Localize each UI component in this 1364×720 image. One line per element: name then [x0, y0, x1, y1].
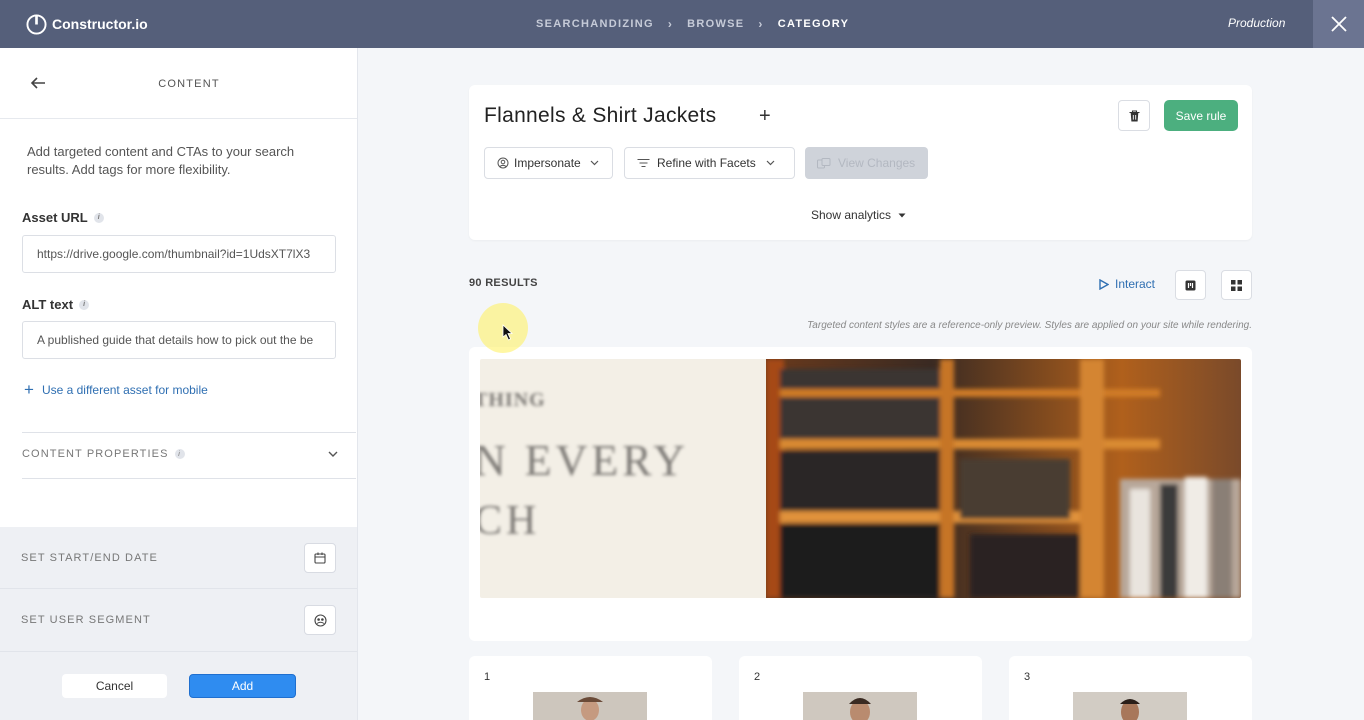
divider	[22, 432, 356, 433]
user-segment-icon	[313, 613, 327, 627]
panel-title: CONTENT	[158, 78, 220, 90]
product-photo	[533, 692, 647, 720]
content-banner-image[interactable]: THING N EVERY CH	[480, 359, 1241, 598]
start-end-date-label: SET START/END DATE	[21, 552, 158, 564]
view-changes-button[interactable]: View Changes	[805, 147, 928, 179]
filter-icon	[637, 158, 650, 168]
logo[interactable]: Constructor.io	[26, 13, 148, 35]
alt-text-input[interactable]: A published guide that details how to pi…	[22, 321, 336, 359]
product-image[interactable]	[533, 692, 647, 720]
chevron-down-icon[interactable]	[328, 450, 338, 458]
user-segment-label: SET USER SEGMENT	[21, 614, 151, 626]
content-properties-toggle[interactable]: CONTENT PROPERTIES i	[22, 448, 185, 460]
show-analytics-toggle[interactable]: Show analytics	[811, 208, 906, 222]
user-circle-icon	[497, 157, 509, 169]
breadcrumb-category: CATEGORY	[777, 18, 850, 30]
banner-blurred-text: THING	[480, 389, 546, 411]
mobile-asset-link[interactable]: + Use a different asset for mobile	[24, 380, 208, 399]
alt-text-label: ALT text i	[22, 297, 90, 312]
impersonate-dropdown[interactable]: Impersonate	[484, 147, 613, 179]
product-image[interactable]	[1073, 692, 1187, 720]
panel-header: CONTENT	[0, 48, 357, 119]
banner-text-area: THING N EVERY CH	[480, 359, 766, 598]
top-bar: Constructor.io SEARCHANDIZING › BROWSE ›…	[0, 0, 1364, 48]
mouse-cursor-icon	[502, 324, 513, 341]
environment-label: Production	[1228, 16, 1286, 30]
list-view-button[interactable]	[1175, 270, 1206, 300]
start-end-date-section: SET START/END DATE	[0, 527, 357, 589]
product-rank: 2	[754, 671, 761, 683]
info-icon[interactable]: i	[93, 212, 104, 223]
product-photo	[803, 692, 917, 720]
asset-url-label-text: Asset URL	[22, 210, 88, 225]
grid-view-button[interactable]	[1221, 270, 1252, 300]
view-changes-label: View Changes	[838, 156, 916, 170]
plus-icon: +	[24, 380, 34, 399]
content-panel: CONTENT Add targeted content and CTAs to…	[0, 48, 358, 720]
user-segment-section: SET USER SEGMENT	[0, 589, 357, 652]
breadcrumb-browse[interactable]: BROWSE	[687, 18, 744, 30]
results-count: 90 RESULTS	[469, 277, 538, 289]
calendar-icon	[314, 552, 326, 564]
impersonate-label: Impersonate	[514, 156, 581, 170]
targeted-content-card: THING N EVERY CH	[469, 347, 1252, 641]
content-properties-label: CONTENT PROPERTIES	[22, 448, 169, 460]
rule-title: Flannels & Shirt Jackets	[484, 104, 717, 127]
product-image[interactable]	[803, 692, 917, 720]
rule-card: Flannels & Shirt Jackets + Save rule Imp…	[469, 85, 1252, 240]
panel-footer: Cancel Add	[0, 652, 357, 720]
caret-down-icon	[898, 213, 906, 217]
asset-url-label: Asset URL i	[22, 210, 104, 225]
delete-rule-button[interactable]	[1118, 100, 1150, 131]
list-view-icon	[1185, 280, 1196, 290]
alt-text-label-text: ALT text	[22, 297, 74, 312]
product-rank: 3	[1024, 671, 1031, 683]
compare-icon	[817, 157, 831, 168]
play-icon	[1099, 278, 1109, 290]
chevron-right-icon: ›	[758, 17, 764, 31]
save-rule-button[interactable]: Save rule	[1164, 100, 1238, 131]
mobile-asset-link-text: Use a different asset for mobile	[41, 383, 208, 397]
calendar-button[interactable]	[304, 543, 336, 573]
divider	[22, 478, 356, 479]
info-icon[interactable]: i	[174, 449, 185, 459]
banner-blurred-text: CH	[480, 498, 541, 544]
product-card[interactable]: 3	[1009, 656, 1252, 720]
breadcrumb: SEARCHANDIZING › BROWSE › CATEGORY	[536, 17, 849, 31]
logo-text: Constructor.io	[52, 16, 148, 32]
add-button[interactable]: Add	[189, 674, 296, 698]
refine-facets-dropdown[interactable]: Refine with Facets	[624, 147, 795, 179]
close-icon	[1330, 16, 1347, 32]
interact-button[interactable]: Interact	[1099, 277, 1155, 291]
chevron-right-icon: ›	[667, 17, 674, 31]
panel-description: Add targeted content and CTAs to your se…	[27, 144, 295, 177]
add-rule-item-button[interactable]: +	[759, 105, 771, 128]
cancel-button[interactable]: Cancel	[62, 674, 167, 698]
chevron-down-icon	[590, 160, 599, 166]
grid-view-icon	[1231, 279, 1242, 291]
chevron-down-icon	[766, 160, 775, 166]
product-card[interactable]: 1	[469, 656, 712, 720]
product-photo	[1073, 692, 1187, 720]
power-logo-icon	[26, 13, 47, 35]
interact-label: Interact	[1115, 277, 1156, 291]
banner-blurred-text: N EVERY	[480, 436, 689, 485]
show-analytics-label: Show analytics	[811, 208, 892, 222]
preview-note: Targeted content styles are a reference-…	[807, 320, 1252, 331]
breadcrumb-searchandizing[interactable]: SEARCHANDIZING	[536, 18, 654, 30]
close-button[interactable]	[1313, 0, 1364, 48]
user-segment-button[interactable]	[304, 605, 336, 635]
product-card[interactable]: 2	[739, 656, 982, 720]
trash-icon	[1129, 109, 1139, 121]
asset-url-input[interactable]: https://drive.google.com/thumbnail?id=1U…	[22, 235, 336, 273]
info-icon[interactable]: i	[79, 299, 90, 310]
refine-facets-label: Refine with Facets	[657, 156, 756, 170]
product-rank: 1	[484, 671, 491, 683]
